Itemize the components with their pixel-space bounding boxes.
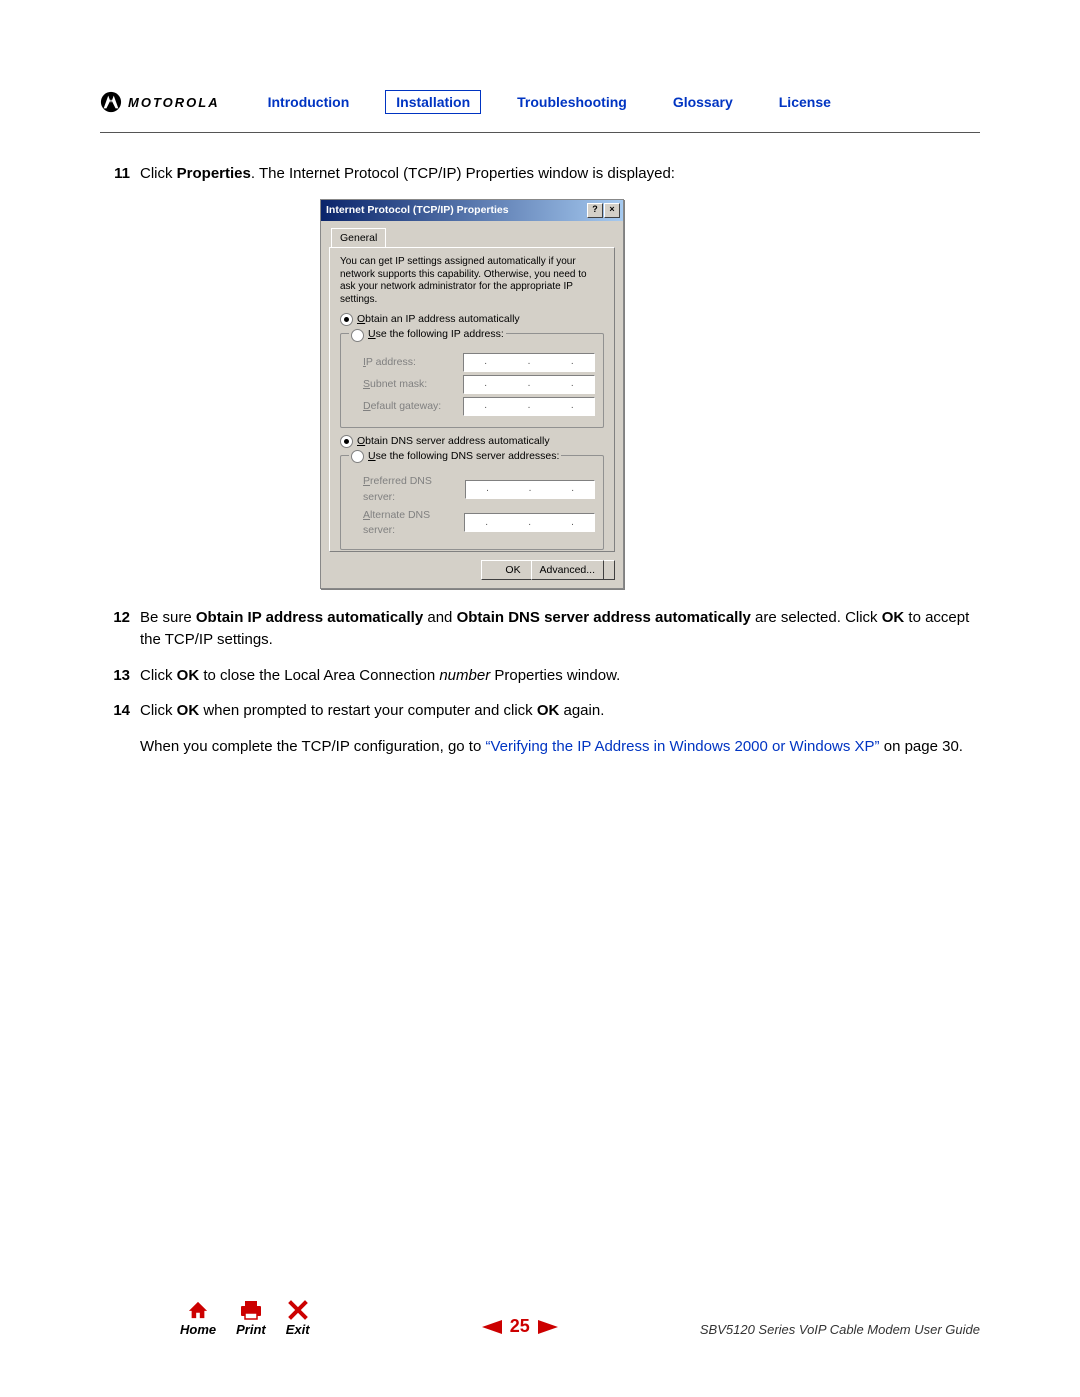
dialog-title: Internet Protocol (TCP/IP) Properties [326, 203, 509, 218]
step-text: Click Properties. The Internet Protocol … [140, 163, 980, 185]
label-ip-address: IP address: [349, 355, 416, 370]
nav-introduction[interactable]: Introduction [258, 91, 360, 113]
nav-glossary[interactable]: Glossary [663, 91, 743, 113]
step-text: Click OK to close the Local Area Connect… [140, 665, 980, 687]
dialog-titlebar: Internet Protocol (TCP/IP) Properties ? … [321, 200, 623, 221]
main-content: 11 Click Properties. The Internet Protoc… [100, 163, 980, 758]
nav-installation[interactable]: Installation [385, 90, 481, 114]
step-text: Be sure Obtain IP address automatically … [140, 607, 980, 651]
input-default-gateway[interactable]: ... [463, 397, 595, 416]
step-number: 12 [100, 607, 140, 651]
label-preferred-dns: Preferred DNS server: [349, 474, 465, 504]
advanced-button[interactable]: Advanced... [531, 560, 604, 580]
tab-general[interactable]: General [331, 228, 386, 248]
home-icon [187, 1300, 209, 1320]
help-button[interactable]: ? [587, 203, 603, 218]
step-11: 11 Click Properties. The Internet Protoc… [100, 163, 980, 185]
brand-logo: MOTOROLA [100, 91, 220, 113]
guide-title: SBV5120 Series VoIP Cable Modem User Gui… [700, 1322, 980, 1337]
input-subnet-mask[interactable]: ... [463, 375, 595, 394]
print-icon [239, 1300, 263, 1320]
exit-icon [288, 1300, 308, 1320]
print-button[interactable]: Print [236, 1300, 266, 1337]
prev-page-icon[interactable] [482, 1320, 502, 1334]
brand-text: MOTOROLA [128, 95, 220, 110]
step-14: 14 Click OK when prompted to restart you… [100, 700, 980, 722]
next-page-icon[interactable] [538, 1320, 558, 1334]
radio-use-following-ip[interactable]: Use the following IP address: [349, 327, 506, 342]
step-number: 11 [100, 163, 140, 185]
label-alternate-dns: Alternate DNS server: [349, 508, 464, 538]
radio-obtain-dns-auto[interactable]: Obtain DNS server address automatically [340, 434, 604, 449]
page-paginator: 25 [482, 1316, 558, 1337]
radio-icon [340, 313, 353, 326]
radio-use-following-dns[interactable]: Use the following DNS server addresses: [349, 449, 561, 464]
page-header: MOTOROLA Introduction Installation Troub… [100, 90, 980, 133]
radio-icon [351, 329, 364, 342]
radio-icon [340, 435, 353, 448]
close-button[interactable]: × [604, 203, 620, 218]
input-alternate-dns[interactable]: ... [464, 513, 595, 532]
home-button[interactable]: Home [180, 1300, 216, 1337]
group-use-ip: Use the following IP address: IP address… [340, 333, 604, 427]
dialog-info-text: You can get IP settings assigned automat… [340, 256, 604, 306]
tcpip-dialog-screenshot: Internet Protocol (TCP/IP) Properties ? … [320, 199, 980, 589]
final-paragraph: When you complete the TCP/IP configurati… [140, 736, 980, 758]
nav-license[interactable]: License [769, 91, 841, 113]
exit-button[interactable]: Exit [286, 1300, 310, 1337]
step-number: 13 [100, 665, 140, 687]
step-13: 13 Click OK to close the Local Area Conn… [100, 665, 980, 687]
step-text: Click OK when prompted to restart your c… [140, 700, 980, 722]
radio-obtain-ip-auto[interactable]: Obtain an IP address automatically [340, 312, 604, 327]
motorola-logo-icon [100, 91, 122, 113]
step-number: 14 [100, 700, 140, 722]
page-number: 25 [510, 1316, 530, 1337]
link-verify-ip[interactable]: “Verifying the IP Address in Windows 200… [485, 738, 879, 755]
nav-troubleshooting[interactable]: Troubleshooting [507, 91, 637, 113]
page-footer: Home Print Exit 25 SBV5120 Series VoIP C… [100, 1300, 980, 1337]
input-preferred-dns[interactable]: ... [465, 480, 595, 499]
label-default-gateway: Default gateway: [349, 399, 441, 414]
label-subnet-mask: Subnet mask: [349, 377, 427, 392]
step-12: 12 Be sure Obtain IP address automatical… [100, 607, 980, 651]
group-use-dns: Use the following DNS server addresses: … [340, 455, 604, 550]
input-ip-address[interactable]: ... [463, 353, 595, 372]
radio-icon [351, 450, 364, 463]
